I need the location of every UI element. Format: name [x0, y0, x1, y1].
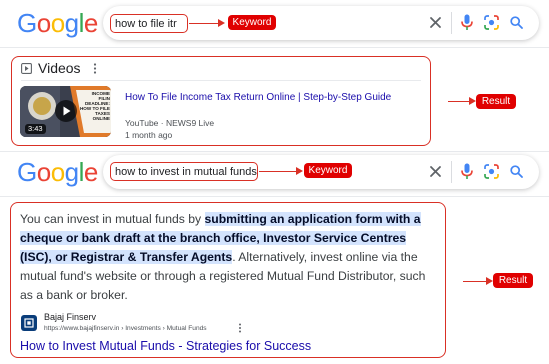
- snippet-text-before: You can invest in mutual funds by: [20, 212, 205, 226]
- clear-icon-2[interactable]: [429, 165, 442, 178]
- result-tag-2: Result: [493, 273, 533, 288]
- result-title-link[interactable]: How to Invest Mutual Funds - Strategies …: [20, 338, 311, 354]
- video-title-link[interactable]: How To File Income Tax Return Online | S…: [125, 91, 415, 104]
- section-divider: [0, 151, 549, 152]
- google-logo-2[interactable]: Google: [17, 159, 98, 185]
- site-url[interactable]: https://www.bajajfinserv.in › Investment…: [44, 324, 207, 333]
- site-favicon[interactable]: [21, 315, 37, 331]
- search-bar-divider: [451, 12, 452, 34]
- lens-icon-2[interactable]: [484, 164, 499, 179]
- video-duration: 3:43: [25, 124, 46, 134]
- keyword-arrow-2: [259, 170, 297, 172]
- header-divider-2: [0, 196, 549, 197]
- mic-icon-2[interactable]: [461, 163, 473, 180]
- videos-divider: [21, 80, 421, 81]
- google-logo[interactable]: Google: [17, 10, 98, 36]
- keyword-arrow-head-2: [296, 167, 303, 175]
- mic-icon[interactable]: [461, 14, 473, 31]
- header-divider: [0, 47, 549, 48]
- search-input-2[interactable]: how to invest in mutual funds: [110, 162, 258, 181]
- play-icon[interactable]: [55, 100, 77, 122]
- keyword-tag: Keyword: [228, 15, 276, 30]
- result-arrow-head-2: [486, 277, 493, 285]
- keyword-arrow: [189, 22, 219, 24]
- result-tag: Result: [476, 94, 516, 109]
- video-icon: [21, 63, 32, 74]
- video-age: 1 month ago: [125, 130, 173, 140]
- more-icon[interactable]: [93, 63, 97, 74]
- featured-snippet-text: You can invest in mutual funds by submit…: [20, 210, 434, 305]
- search-icon[interactable]: [510, 16, 523, 29]
- more-icon-2[interactable]: [238, 323, 242, 333]
- lens-icon[interactable]: [484, 15, 499, 30]
- search-bar-divider-2: [451, 161, 452, 183]
- result-arrow: [448, 100, 470, 102]
- videos-header: Videos: [38, 60, 81, 76]
- clear-icon[interactable]: [429, 16, 442, 29]
- result-arrow-head: [469, 97, 476, 105]
- search-icon-2[interactable]: [510, 165, 523, 178]
- keyword-tag-2: Keyword: [304, 163, 352, 178]
- video-source: YouTube · NEWS9 Live: [125, 118, 215, 128]
- thumbnail-text: INCOME FILIN DEADLINE: HOW TO FILE TAXES…: [79, 91, 110, 121]
- video-thumbnail[interactable]: INCOME FILIN DEADLINE: HOW TO FILE TAXES…: [20, 86, 111, 137]
- keyword-arrow-head: [218, 19, 225, 27]
- search-input[interactable]: how to file itr: [110, 14, 188, 33]
- result-arrow-2: [463, 280, 487, 282]
- site-name[interactable]: Bajaj Finserv: [44, 312, 96, 323]
